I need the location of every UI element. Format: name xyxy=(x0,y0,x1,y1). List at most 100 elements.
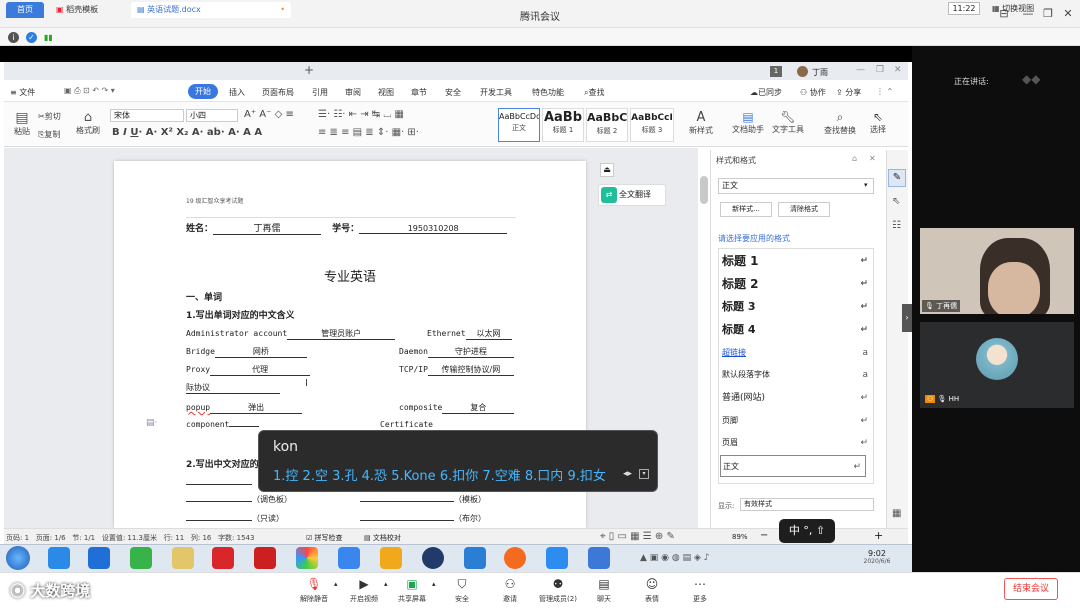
unmute-button[interactable]: 🎙︎ 解除静音 xyxy=(290,576,338,604)
wps-restore-icon[interactable]: ❐ xyxy=(876,65,884,75)
taskbar-app-icon[interactable] xyxy=(504,547,526,569)
style-heading-3[interactable]: AaBbCcI 标题 3 xyxy=(630,108,674,142)
participant-video-1[interactable]: 🎙︎ 丁再儒 xyxy=(920,228,1074,314)
avatar[interactable] xyxy=(797,66,808,77)
style-tool-icon[interactable]: ✎ xyxy=(888,169,906,187)
style-list-item[interactable]: 普通(网站) ↵ xyxy=(722,387,872,409)
sync-status[interactable]: ☁已同步 xyxy=(750,87,782,98)
end-meeting-button[interactable]: 结束会议 xyxy=(1004,578,1058,600)
ime-candidate[interactable]: 4.恐 xyxy=(362,469,387,484)
menu-page-layout[interactable]: 页面布局 xyxy=(262,87,294,98)
panel-close-icon[interactable]: ✕ xyxy=(869,154,876,163)
style-list-item[interactable]: 标题 2 ↵ xyxy=(722,273,872,295)
collapse-icon[interactable]: ⏏ xyxy=(600,163,614,177)
shield-icon[interactable]: ✓ xyxy=(26,32,37,43)
ime-candidate[interactable]: 9.扣女 xyxy=(567,469,605,484)
name-value[interactable]: 丁再儒 xyxy=(213,221,322,235)
chevron-up-icon[interactable]: ▴ xyxy=(432,580,436,588)
taskbar-app-icon[interactable] xyxy=(464,547,486,569)
taskbar-app-icon[interactable] xyxy=(254,547,276,569)
font-size-select[interactable]: 小四 xyxy=(186,109,238,122)
taskbar-app-icon[interactable] xyxy=(380,547,402,569)
zoom-out-icon[interactable]: − xyxy=(760,530,768,541)
menu-start[interactable]: 开始 xyxy=(188,84,218,99)
style-list-item[interactable]: 页脚 ↵ xyxy=(722,410,872,432)
system-tray-icons[interactable]: ▲ ▣ ◉ ◍ ▤ ◈ ♪ xyxy=(640,553,709,563)
doc-assistant-button[interactable]: ▤ 文档助手 xyxy=(730,110,766,135)
zoom-level[interactable]: 89% xyxy=(732,533,748,541)
start-button-icon[interactable] xyxy=(6,546,30,570)
style-list-item[interactable]: 标题 3 ↵ xyxy=(722,296,872,318)
menu-security[interactable]: 安全 xyxy=(445,87,461,98)
close-icon[interactable]: ✕ xyxy=(1060,6,1076,22)
settings-tool-icon[interactable]: ☷ xyxy=(892,220,901,231)
menu-search[interactable]: ⌕查找 xyxy=(584,87,604,98)
share-screen-button[interactable]: ▣ 共享屏幕 xyxy=(388,576,436,604)
ime-candidate[interactable]: 5.Kone xyxy=(391,469,435,484)
find-replace-button[interactable]: ⌕ 查找替换 xyxy=(822,110,858,136)
quick-access-icons[interactable]: ▣ ⎙ ⊡ ↶ ↷ ▾ xyxy=(64,86,115,96)
vocab-answer[interactable]: 复合 xyxy=(442,402,515,414)
vocab-answer[interactable]: 管理员账户 xyxy=(287,328,396,340)
ime-expand-icon[interactable]: ▾ xyxy=(639,469,649,479)
share-button[interactable]: ⇪ 分享 xyxy=(836,87,861,98)
menu-view[interactable]: 视图 xyxy=(378,87,394,98)
menu-review[interactable]: 审阅 xyxy=(345,87,361,98)
vocab-answer[interactable]: 网桥 xyxy=(214,346,307,358)
view-mode-icons[interactable]: ⌖ ▯ ▭ ▦ ☰ ⊕ ✎ xyxy=(600,531,675,542)
taskbar-app-icon[interactable] xyxy=(130,547,152,569)
ime-mode-indicator[interactable]: 中 °, ⇧ xyxy=(779,519,835,543)
maximize-icon[interactable]: ❐ xyxy=(1040,6,1056,22)
signal-icon[interactable]: ▮▮ xyxy=(44,33,53,42)
tab-template[interactable]: ▣ 稻壳模板 xyxy=(50,2,128,18)
show-filter-select[interactable]: 有效样式 xyxy=(740,498,874,511)
menu-references[interactable]: 引用 xyxy=(312,87,328,98)
info-icon[interactable]: i xyxy=(8,32,19,43)
select-button[interactable]: ⇖ 选择 xyxy=(866,110,890,135)
format-painter-button[interactable]: ⌂ 格式刷 xyxy=(74,110,102,136)
more-menu-icon[interactable]: ⋮ ⌃ xyxy=(876,87,893,96)
paste-button[interactable]: ▤ 粘贴 xyxy=(10,110,34,137)
new-style-button[interactable]: A 新样式 xyxy=(686,110,716,136)
vocab-answer[interactable]: 守护进程 xyxy=(427,346,514,358)
chevron-up-icon[interactable]: ▴ xyxy=(334,580,338,588)
clear-format-button[interactable]: 清除格式 xyxy=(778,202,830,217)
switch-view-button[interactable]: ▦ 切换视图 xyxy=(992,3,1034,14)
taskbar-app-icon[interactable] xyxy=(296,547,318,569)
style-heading-1[interactable]: AaBb 标题 1 xyxy=(542,108,584,142)
tab-document[interactable]: ▤ 英语试题.docx • xyxy=(131,2,291,18)
id-value[interactable]: 1950310208 xyxy=(359,224,508,234)
zoom-in-icon[interactable]: + xyxy=(874,529,883,542)
spell-check-button[interactable]: ☑ 拼写检查 xyxy=(306,533,343,543)
taskbar-app-icon[interactable] xyxy=(172,547,194,569)
new-tab-icon[interactable]: + xyxy=(304,63,314,77)
ime-candidate[interactable]: 2.空 xyxy=(303,469,328,484)
taskbar-app-icon[interactable] xyxy=(422,547,444,569)
ime-candidate[interactable]: 1.控 xyxy=(273,469,298,484)
proofread-button[interactable]: ▤ 文档校对 xyxy=(364,533,401,543)
ime-candidate[interactable]: 3.孔 xyxy=(332,469,357,484)
taskbar-app-icon[interactable] xyxy=(588,547,610,569)
vertical-scrollbar[interactable] xyxy=(700,176,708,204)
style-list-item[interactable]: 超链接 a xyxy=(722,342,872,364)
lock-icon[interactable]: ⌂ xyxy=(852,154,857,163)
paragraph-handle-icon[interactable]: ▤· xyxy=(146,418,157,428)
chat-button[interactable]: ▤ 聊天 xyxy=(580,576,628,604)
taskbar-app-icon[interactable] xyxy=(88,547,110,569)
style-list-item-selected[interactable]: 正文 ↵ xyxy=(720,455,866,477)
grid-tool-icon[interactable]: ▦ xyxy=(892,508,901,519)
invite-button[interactable]: ⚇ 邀请 xyxy=(486,576,534,604)
font-name-select[interactable]: 宋体 xyxy=(110,109,184,122)
menu-file[interactable]: ≡ 文件 xyxy=(10,87,35,98)
taskbar-clock[interactable]: 9:02 2020/6/6 xyxy=(852,549,902,565)
copy-button[interactable]: ⎘复制 xyxy=(38,129,60,140)
ime-candidate[interactable]: 7.空难 xyxy=(482,469,520,484)
menu-section[interactable]: 章节 xyxy=(411,87,427,98)
text-tools-button[interactable]: 🔧︎ 文字工具 xyxy=(770,110,806,135)
style-list-item[interactable]: 默认段落字体 a xyxy=(722,364,872,386)
tab-home[interactable]: 首页 xyxy=(6,2,44,18)
format-buttons[interactable]: B I U· A· X² X₂ A· ab· A· A A xyxy=(112,127,262,138)
vocab-answer-active[interactable] xyxy=(229,426,260,427)
new-style-panel-button[interactable]: 新样式... xyxy=(720,202,772,217)
menu-developer[interactable]: 开发工具 xyxy=(480,87,512,98)
